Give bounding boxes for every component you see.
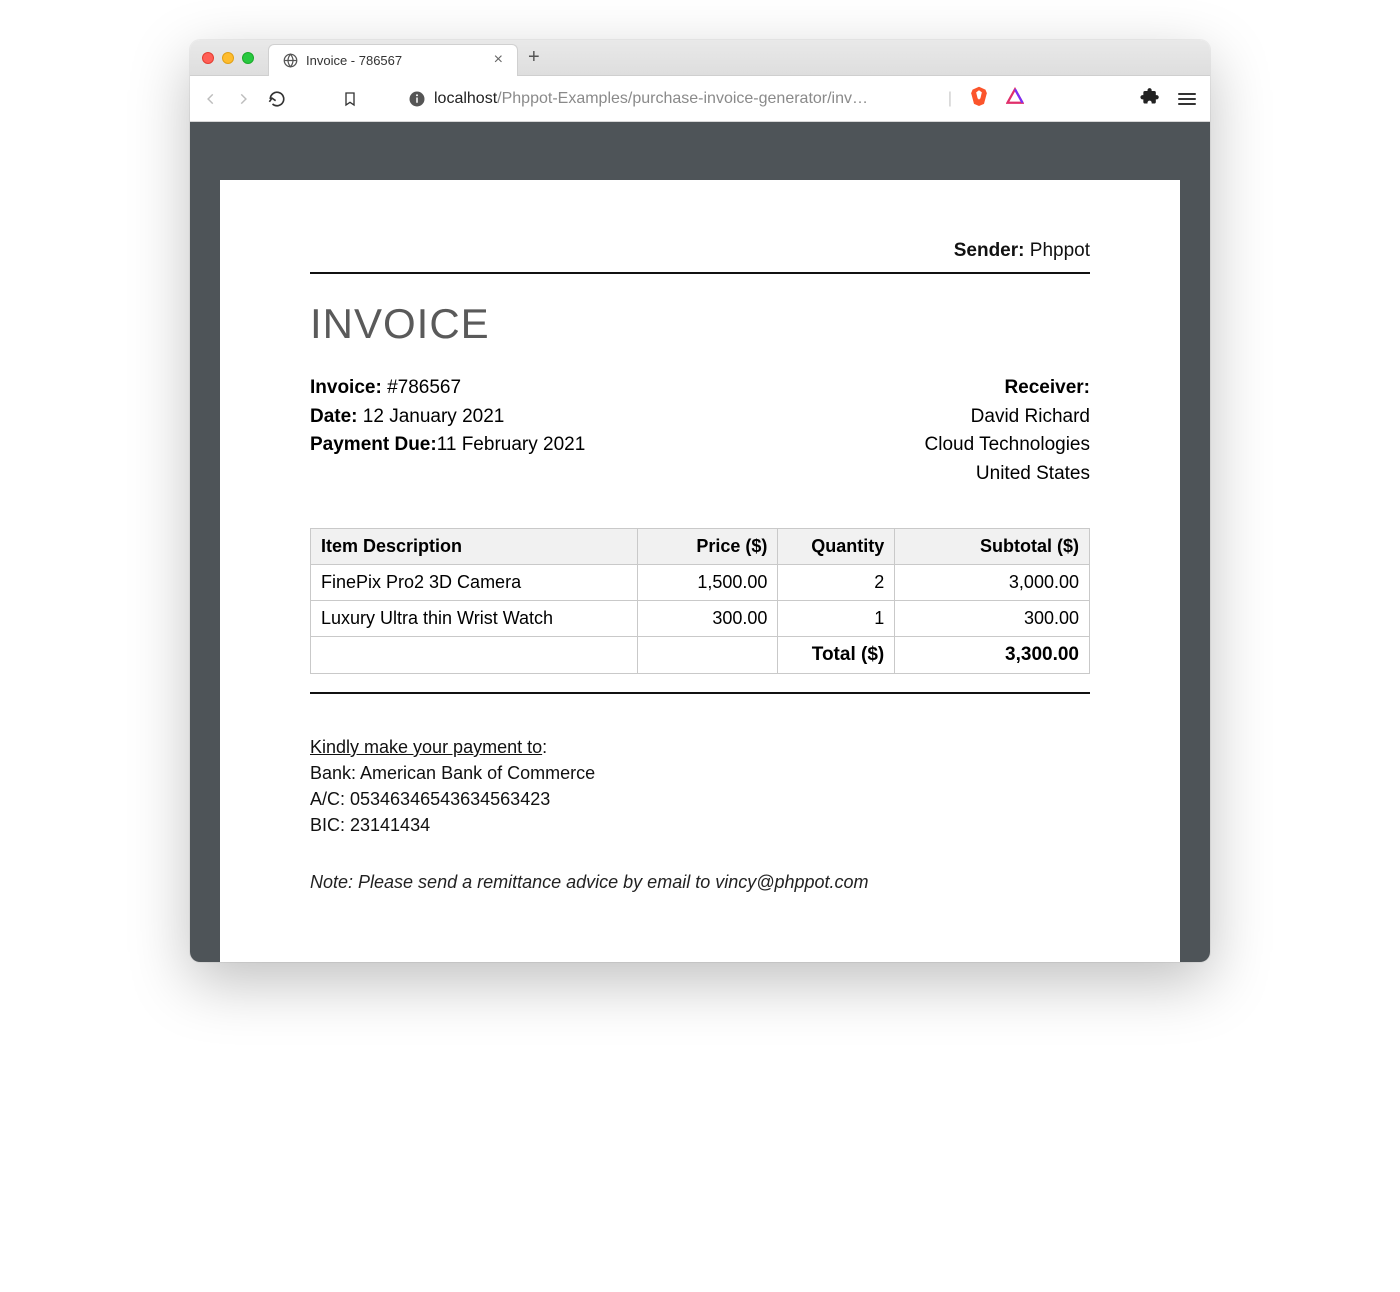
table-row: FinePix Pro2 3D Camera1,500.0023,000.00: [311, 565, 1090, 601]
receiver-label: Receiver:: [1004, 377, 1090, 398]
col-price: Price ($): [638, 529, 778, 565]
brave-triangle-icon[interactable]: [1006, 87, 1024, 110]
col-subtotal: Subtotal ($): [895, 529, 1090, 565]
divider: [310, 272, 1090, 274]
table-header-row: Item Description Price ($) Quantity Subt…: [311, 529, 1090, 565]
url-path: /Phppot-Examples/purchase-invoice-genera…: [497, 90, 868, 107]
reload-button[interactable]: [268, 90, 286, 108]
total-label: Total ($): [778, 637, 895, 674]
extensions-icon[interactable]: [1140, 86, 1160, 111]
date-value: 12 January 2021: [363, 406, 505, 427]
payment-heading: Kindly make your payment to: [310, 737, 542, 757]
items-table: Item Description Price ($) Quantity Subt…: [310, 528, 1090, 674]
cell-price: 1,500.00: [638, 565, 778, 601]
info-icon[interactable]: [408, 90, 426, 108]
due-value: 11 February 2021: [437, 434, 586, 455]
browser-window: Invoice - 786567 × + localhost/Phppot-Ex…: [190, 40, 1210, 962]
invoice-no: #786567: [387, 377, 461, 398]
receiver-name: David Richard: [925, 403, 1091, 432]
minimize-window-button[interactable]: [222, 52, 234, 64]
table-row: Luxury Ultra thin Wrist Watch300.001300.…: [311, 601, 1090, 637]
cell-price: 300.00: [638, 601, 778, 637]
cell-subtotal: 300.00: [895, 601, 1090, 637]
col-desc: Item Description: [311, 529, 638, 565]
cell-desc: Luxury Ultra thin Wrist Watch: [311, 601, 638, 637]
url-host: localhost: [434, 90, 497, 107]
cell-qty: 1: [778, 601, 895, 637]
globe-icon: [283, 53, 298, 68]
invoice-meta-left: Invoice: #786567 Date: 12 January 2021 P…: [310, 374, 585, 488]
bookmark-icon[interactable]: [342, 90, 358, 108]
brave-shield-icon[interactable]: [970, 86, 988, 111]
invoice-no-label: Invoice:: [310, 377, 382, 398]
back-button[interactable]: [204, 92, 218, 106]
payment-bank: Bank: American Bank of Commerce: [310, 760, 1090, 786]
tab-title: Invoice - 786567: [306, 53, 402, 68]
address-bar[interactable]: localhost/Phppot-Examples/purchase-invoi…: [408, 90, 930, 108]
receiver-country: United States: [925, 460, 1091, 489]
cell-qty: 2: [778, 565, 895, 601]
note: Note: Please send a remittance advice by…: [310, 872, 1090, 893]
sender-label: Sender:: [954, 240, 1025, 261]
receiver-company: Cloud Technologies: [925, 431, 1091, 460]
browser-tab[interactable]: Invoice - 786567 ×: [268, 44, 518, 76]
invoice-document: Sender: Phppot INVOICE Invoice: #786567 …: [220, 180, 1180, 962]
traffic-lights: [202, 52, 254, 64]
menu-icon[interactable]: [1178, 93, 1196, 105]
date-label: Date:: [310, 406, 358, 427]
due-label: Payment Due:: [310, 434, 437, 455]
close-window-button[interactable]: [202, 52, 214, 64]
payment-info: Kindly make your payment to: Bank: Ameri…: [310, 734, 1090, 838]
titlebar: Invoice - 786567 × +: [190, 40, 1210, 76]
new-tab-button[interactable]: +: [528, 46, 540, 69]
total-row: Total ($) 3,300.00: [311, 637, 1090, 674]
close-tab-icon[interactable]: ×: [494, 51, 503, 69]
col-qty: Quantity: [778, 529, 895, 565]
invoice-meta-right: Receiver: David Richard Cloud Technologi…: [925, 374, 1091, 488]
total-value: 3,300.00: [895, 637, 1090, 674]
divider: [310, 692, 1090, 694]
payment-bic: BIC: 23141434: [310, 812, 1090, 838]
invoice-meta: Invoice: #786567 Date: 12 January 2021 P…: [310, 374, 1090, 488]
cell-subtotal: 3,000.00: [895, 565, 1090, 601]
payment-ac: A/C: 05346346543634563423: [310, 786, 1090, 812]
forward-button[interactable]: [236, 92, 250, 106]
maximize-window-button[interactable]: [242, 52, 254, 64]
sender-name: Phppot: [1030, 240, 1090, 261]
sender-line: Sender: Phppot: [310, 240, 1090, 262]
invoice-heading: INVOICE: [310, 300, 1090, 348]
cell-desc: FinePix Pro2 3D Camera: [311, 565, 638, 601]
toolbar: localhost/Phppot-Examples/purchase-invoi…: [190, 76, 1210, 122]
page-viewport: Sender: Phppot INVOICE Invoice: #786567 …: [190, 122, 1210, 962]
